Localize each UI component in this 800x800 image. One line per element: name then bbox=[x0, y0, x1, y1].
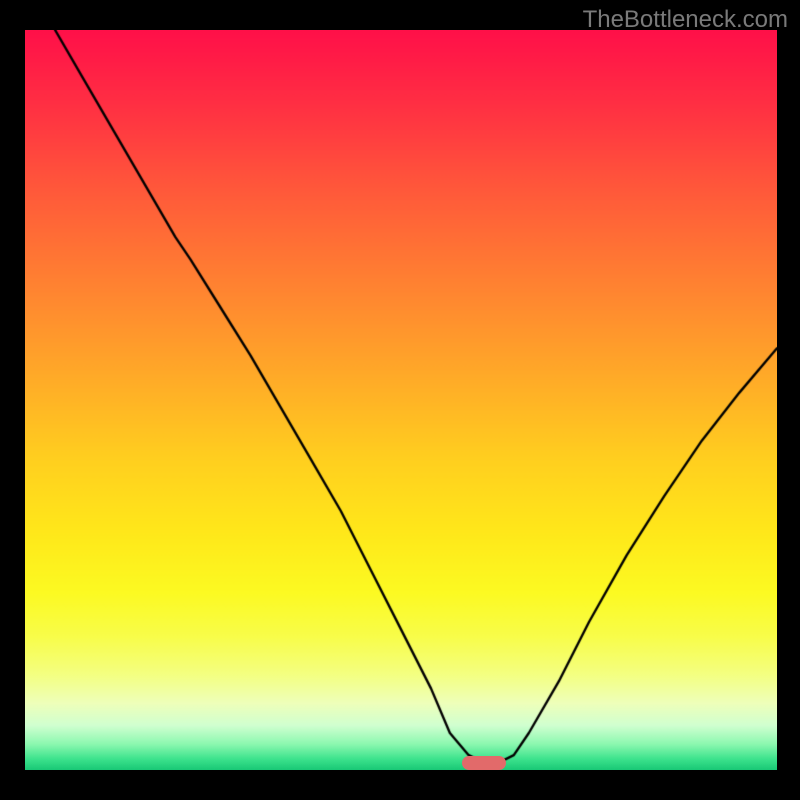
chart-canvas bbox=[25, 30, 777, 770]
optimal-marker bbox=[462, 756, 506, 770]
bottleneck-chart bbox=[25, 30, 777, 770]
attribution-text: TheBottleneck.com bbox=[583, 6, 788, 34]
